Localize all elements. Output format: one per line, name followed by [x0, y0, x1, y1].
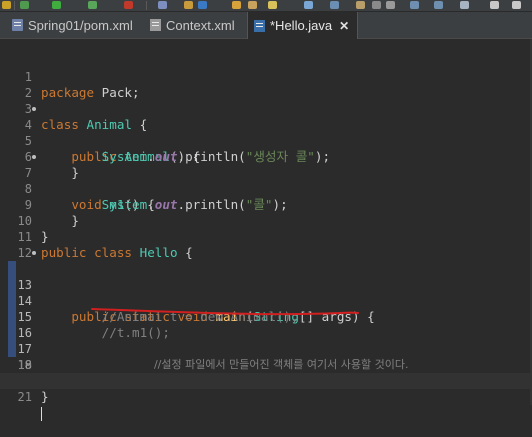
previous-annotation-icon[interactable] — [434, 1, 443, 9]
pilcrow-icon[interactable] — [386, 1, 395, 9]
main-toolbar — [0, 0, 532, 12]
search-icon[interactable] — [304, 1, 313, 9]
code-editor[interactable]: 1 package Pack; 2 3 class Animal { 4 pub… — [0, 39, 532, 421]
coverage-icon[interactable] — [88, 1, 97, 9]
toggle-whitespace-icon[interactable] — [372, 1, 381, 9]
red-underline-annotation — [91, 308, 359, 316]
tab-pom-xml[interactable]: Spring01/pom.xml — [12, 12, 133, 38]
close-tab-icon[interactable]: ✕ — [339, 19, 349, 33]
external-tools-icon[interactable] — [124, 1, 133, 9]
run-icon[interactable] — [52, 1, 61, 9]
new-wizard-icon[interactable] — [2, 1, 11, 9]
tab-label: Spring01/pom.xml — [28, 17, 133, 33]
maven-pom-icon — [12, 19, 23, 31]
new-class-icon[interactable] — [198, 1, 207, 9]
toolbar-separator — [14, 1, 15, 10]
new-java-project-icon[interactable] — [158, 1, 167, 9]
toggle-breadcrumb-icon[interactable] — [330, 1, 339, 9]
tab-hello-java[interactable]: *Hello.java ✕ — [247, 12, 359, 39]
text-cursor — [41, 405, 42, 421]
editor-tab-bar: Spring01/pom.xml Context.xml *Hello.java… — [0, 12, 532, 39]
tab-context-xml[interactable]: Context.xml — [150, 12, 235, 38]
next-annotation-icon[interactable] — [410, 1, 419, 9]
open-task-icon[interactable] — [248, 1, 257, 9]
debug-icon[interactable] — [20, 1, 29, 9]
toolbar-separator — [146, 1, 147, 10]
open-type-icon[interactable] — [232, 1, 241, 9]
tab-label: Context.xml — [166, 17, 235, 33]
java-file-icon — [254, 19, 265, 32]
last-edit-location-icon[interactable] — [460, 1, 469, 9]
mark-occurrences-icon[interactable] — [268, 1, 277, 9]
forward-icon[interactable] — [512, 1, 521, 9]
annotation-icon[interactable] — [356, 1, 365, 9]
xml-file-icon — [150, 19, 161, 31]
back-icon[interactable] — [490, 1, 499, 9]
tab-label: *Hello.java — [270, 18, 333, 33]
new-package-icon[interactable] — [184, 1, 193, 9]
